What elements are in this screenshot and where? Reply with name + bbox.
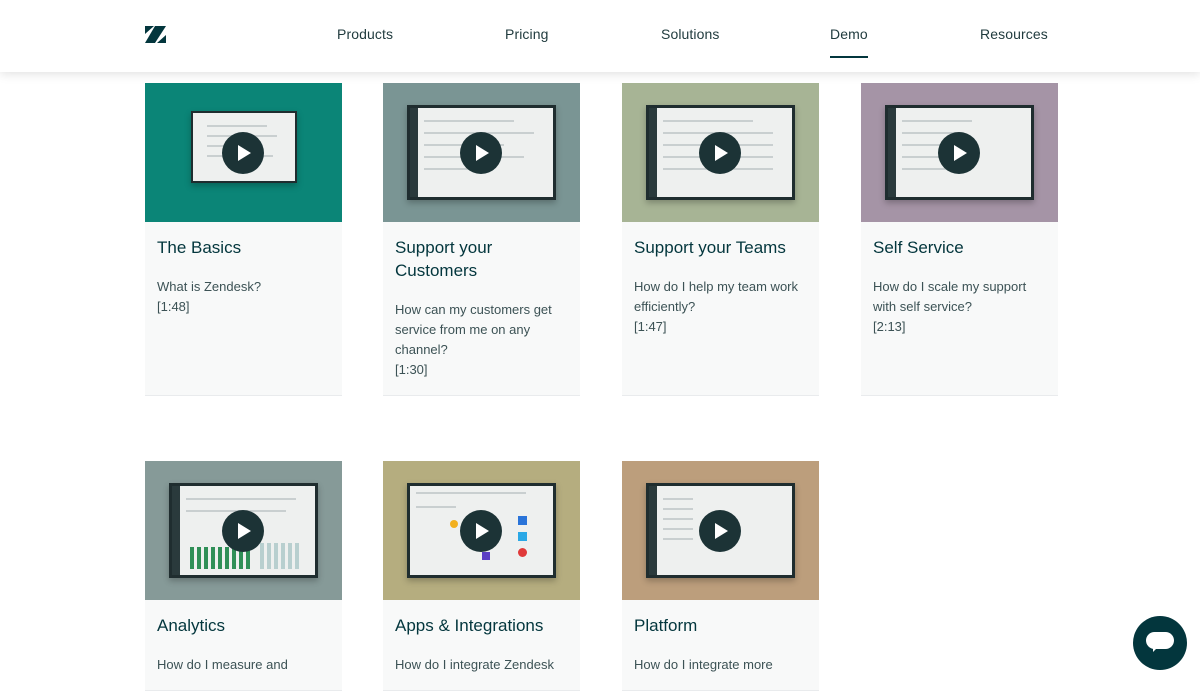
play-button-icon[interactable]: [699, 510, 741, 552]
card-title: The Basics: [157, 238, 242, 257]
play-button-icon[interactable]: [222, 510, 264, 552]
demo-video-grid: The Basics What is Zendesk? [1:48] Suppo…: [0, 72, 1200, 691]
play-button-icon[interactable]: [699, 132, 741, 174]
card-duration: [1:30]: [395, 362, 428, 377]
video-thumbnail[interactable]: [622, 83, 819, 222]
video-card-platform[interactable]: Platform How do I integrate more: [622, 461, 819, 691]
video-thumbnail[interactable]: [145, 461, 342, 600]
card-description: How can my customers get service from me…: [395, 302, 552, 357]
card-description: How do I integrate more: [634, 657, 773, 672]
video-card-the-basics[interactable]: The Basics What is Zendesk? [1:48]: [145, 83, 342, 396]
video-thumbnail[interactable]: [383, 83, 580, 222]
card-title: Apps & Integrations: [395, 616, 544, 635]
video-card-apps-integrations[interactable]: Apps & Integrations How do I integrate Z…: [383, 461, 580, 691]
card-title: Platform: [634, 616, 698, 635]
card-description: How do I scale my support with self serv…: [873, 279, 1027, 314]
card-title: Analytics: [157, 616, 226, 635]
play-button-icon[interactable]: [938, 132, 980, 174]
video-thumbnail[interactable]: [383, 461, 580, 600]
card-duration: [2:13]: [873, 319, 906, 334]
video-thumbnail[interactable]: [622, 461, 819, 600]
video-card-support-customers[interactable]: Support your Customers How can my custom…: [383, 83, 580, 396]
chat-launcher-button[interactable]: [1133, 616, 1187, 670]
chat-bubble-icon: [1146, 632, 1174, 652]
card-title: Support your Customers: [395, 238, 493, 280]
card-description: How do I measure and: [157, 657, 288, 672]
card-title: Support your Teams: [634, 238, 786, 257]
nav-solutions[interactable]: Solutions: [661, 26, 720, 42]
video-card-self-service[interactable]: Self Service How do I scale my support w…: [861, 83, 1058, 396]
card-duration: [1:47]: [634, 319, 667, 334]
card-title: Self Service: [873, 238, 964, 257]
play-button-icon[interactable]: [460, 510, 502, 552]
nav-products[interactable]: Products: [337, 26, 393, 42]
video-thumbnail[interactable]: [145, 83, 342, 222]
nav-demo[interactable]: Demo: [830, 26, 868, 58]
video-card-support-teams[interactable]: Support your Teams How do I help my team…: [622, 83, 819, 396]
video-card-analytics[interactable]: Analytics How do I measure and: [145, 461, 342, 691]
nav-resources[interactable]: Resources: [980, 26, 1048, 42]
play-button-icon[interactable]: [222, 132, 264, 174]
nav-pricing[interactable]: Pricing: [505, 26, 549, 42]
top-navigation: Products Pricing Solutions Demo Resource…: [0, 0, 1200, 72]
card-description: What is Zendesk?: [157, 279, 262, 294]
card-description: How do I integrate Zendesk: [395, 657, 554, 672]
video-thumbnail[interactable]: [861, 83, 1058, 222]
card-duration: [1:48]: [157, 299, 190, 314]
zendesk-logo-icon[interactable]: [145, 26, 166, 43]
play-button-icon[interactable]: [460, 132, 502, 174]
card-description: How do I help my team work efficiently?: [634, 279, 799, 314]
